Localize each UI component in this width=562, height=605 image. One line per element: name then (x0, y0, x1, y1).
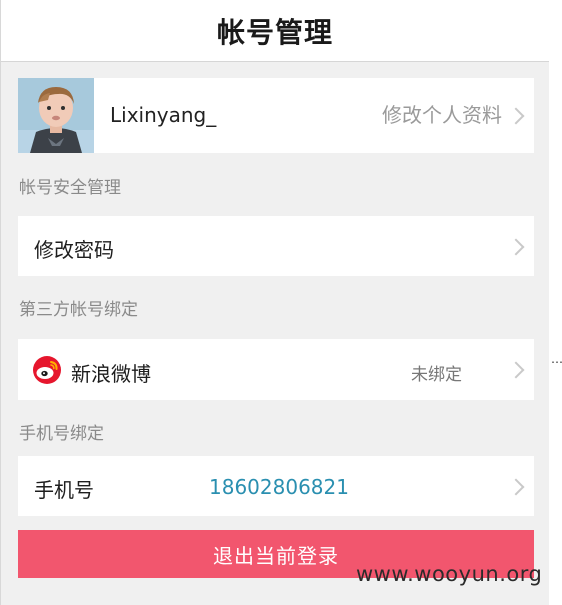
section-label-phone-binding: 手机号绑定 (19, 424, 104, 444)
chevron-right-icon (507, 238, 525, 256)
weibo-status-text: 未绑定 (411, 365, 462, 385)
chevron-right-icon (507, 361, 525, 379)
side-marker: … (551, 352, 562, 366)
change-password-row[interactable]: 修改密码 (18, 216, 534, 276)
chevron-right-icon (507, 107, 525, 125)
phone-label: 手机号 (34, 478, 94, 502)
section-label-account-security: 帐号安全管理 (19, 178, 121, 198)
phone-number-value: 18602806821 (209, 475, 349, 499)
phone-binding-row[interactable]: 手机号 18602806821 (18, 456, 534, 516)
weibo-binding-row[interactable]: 新浪微博 未绑定 (18, 339, 534, 400)
username: Lixinyang_ (110, 103, 217, 127)
avatar-image (18, 78, 94, 153)
account-management-screen: 帐号管理 Lixinyang_ 修改个人资料 帐号安全管理 修改密码 第三方帐号… (0, 0, 549, 605)
weibo-label: 新浪微博 (71, 362, 151, 386)
logout-button-label: 退出当前登录 (213, 543, 339, 568)
section-label-third-party: 第三方帐号绑定 (19, 300, 138, 320)
avatar[interactable] (18, 78, 94, 153)
edit-profile-link[interactable]: 修改个人资料 (382, 78, 502, 153)
header-bar: 帐号管理 (1, 0, 549, 62)
page-title: 帐号管理 (216, 15, 333, 49)
watermark: www.wooyun.org (356, 562, 543, 586)
profile-row[interactable]: Lixinyang_ 修改个人资料 (18, 78, 534, 153)
chevron-right-icon (507, 478, 525, 496)
change-password-label: 修改密码 (34, 238, 114, 262)
weibo-logo-icon (33, 356, 61, 384)
